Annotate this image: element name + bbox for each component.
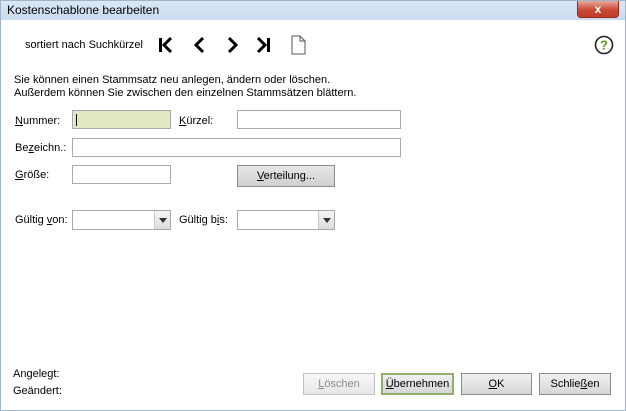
gueltig-von-date-combo[interactable]	[72, 210, 171, 230]
label-part: Gültig	[15, 214, 47, 226]
label-part: Gültig b	[179, 214, 217, 226]
kuerzel-label: Kürzel:	[179, 115, 213, 127]
label-part: ummer:	[22, 115, 61, 127]
dropdown-arrow-icon[interactable]	[154, 211, 170, 229]
close-button[interactable]: x	[577, 1, 619, 18]
label-part: öschen	[324, 378, 360, 390]
title-bar[interactable]: Kostenschablone bearbeiten x	[1, 1, 625, 20]
new-record-icon[interactable]	[288, 35, 308, 55]
dialog-window: Kostenschablone bearbeiten x sortiert na…	[0, 0, 626, 411]
bezeichnung-label: Bezeichn.:	[15, 142, 66, 154]
text-caret	[76, 114, 77, 126]
label-part: ürzel:	[186, 115, 214, 127]
geaendert-label: Geändert:	[13, 385, 62, 397]
dropdown-arrow-icon[interactable]	[318, 211, 334, 229]
next-record-icon[interactable]	[223, 35, 243, 55]
label-accesskey: Ü	[385, 378, 394, 390]
window-title: Kostenschablone bearbeiten	[7, 3, 160, 17]
gueltig-von-label: Gültig von:	[15, 214, 68, 226]
bezeichnung-input[interactable]	[72, 138, 401, 157]
loeschen-button[interactable]: Löschen	[303, 373, 375, 395]
close-icon: x	[594, 2, 602, 16]
help-icon[interactable]: ?	[594, 35, 614, 55]
label-accesskey: N	[15, 115, 23, 127]
uebernehmen-button[interactable]: Übernehmen	[381, 373, 454, 395]
label-accesskey: G	[15, 169, 24, 181]
nummer-input[interactable]	[72, 110, 171, 129]
label-part: erteilung...	[263, 170, 316, 182]
label-part: en	[587, 378, 600, 390]
first-record-icon[interactable]	[156, 35, 176, 55]
label-accesskey: V	[256, 170, 264, 182]
groesse-label: Größe:	[15, 169, 49, 181]
label-part: K	[497, 378, 505, 390]
gueltig-bis-date-combo[interactable]	[237, 210, 335, 230]
previous-record-icon[interactable]	[190, 35, 210, 55]
label-accesskey: O	[488, 378, 498, 390]
kuerzel-input[interactable]	[237, 110, 401, 129]
label-part: eichn.:	[33, 142, 67, 154]
gueltig-bis-label: Gültig bis:	[179, 214, 228, 226]
label-part: on:	[52, 214, 68, 226]
info-line-1: Sie können einen Stammsatz neu anlegen, …	[14, 74, 331, 86]
verteilung-button[interactable]: Verteilung...	[237, 165, 335, 187]
help-glyph: ?	[600, 38, 608, 53]
label-part: bernehmen	[393, 378, 450, 390]
schliessen-button[interactable]: Schließen	[539, 373, 611, 395]
angelegt-label: Angelegt:	[13, 368, 60, 380]
label-part: s:	[219, 214, 228, 226]
nummer-label: Nummer:	[15, 115, 60, 127]
ok-button[interactable]: OK	[461, 373, 532, 395]
label-part: Be	[15, 142, 29, 154]
last-record-icon[interactable]	[254, 35, 274, 55]
info-line-2: Außerdem können Sie zwischen den einzeln…	[14, 87, 357, 99]
groesse-input[interactable]	[72, 165, 171, 184]
label-part: Schlie	[550, 378, 581, 390]
label-part: röße:	[23, 169, 50, 181]
sort-text: sortiert nach Suchkürzel	[25, 39, 143, 51]
